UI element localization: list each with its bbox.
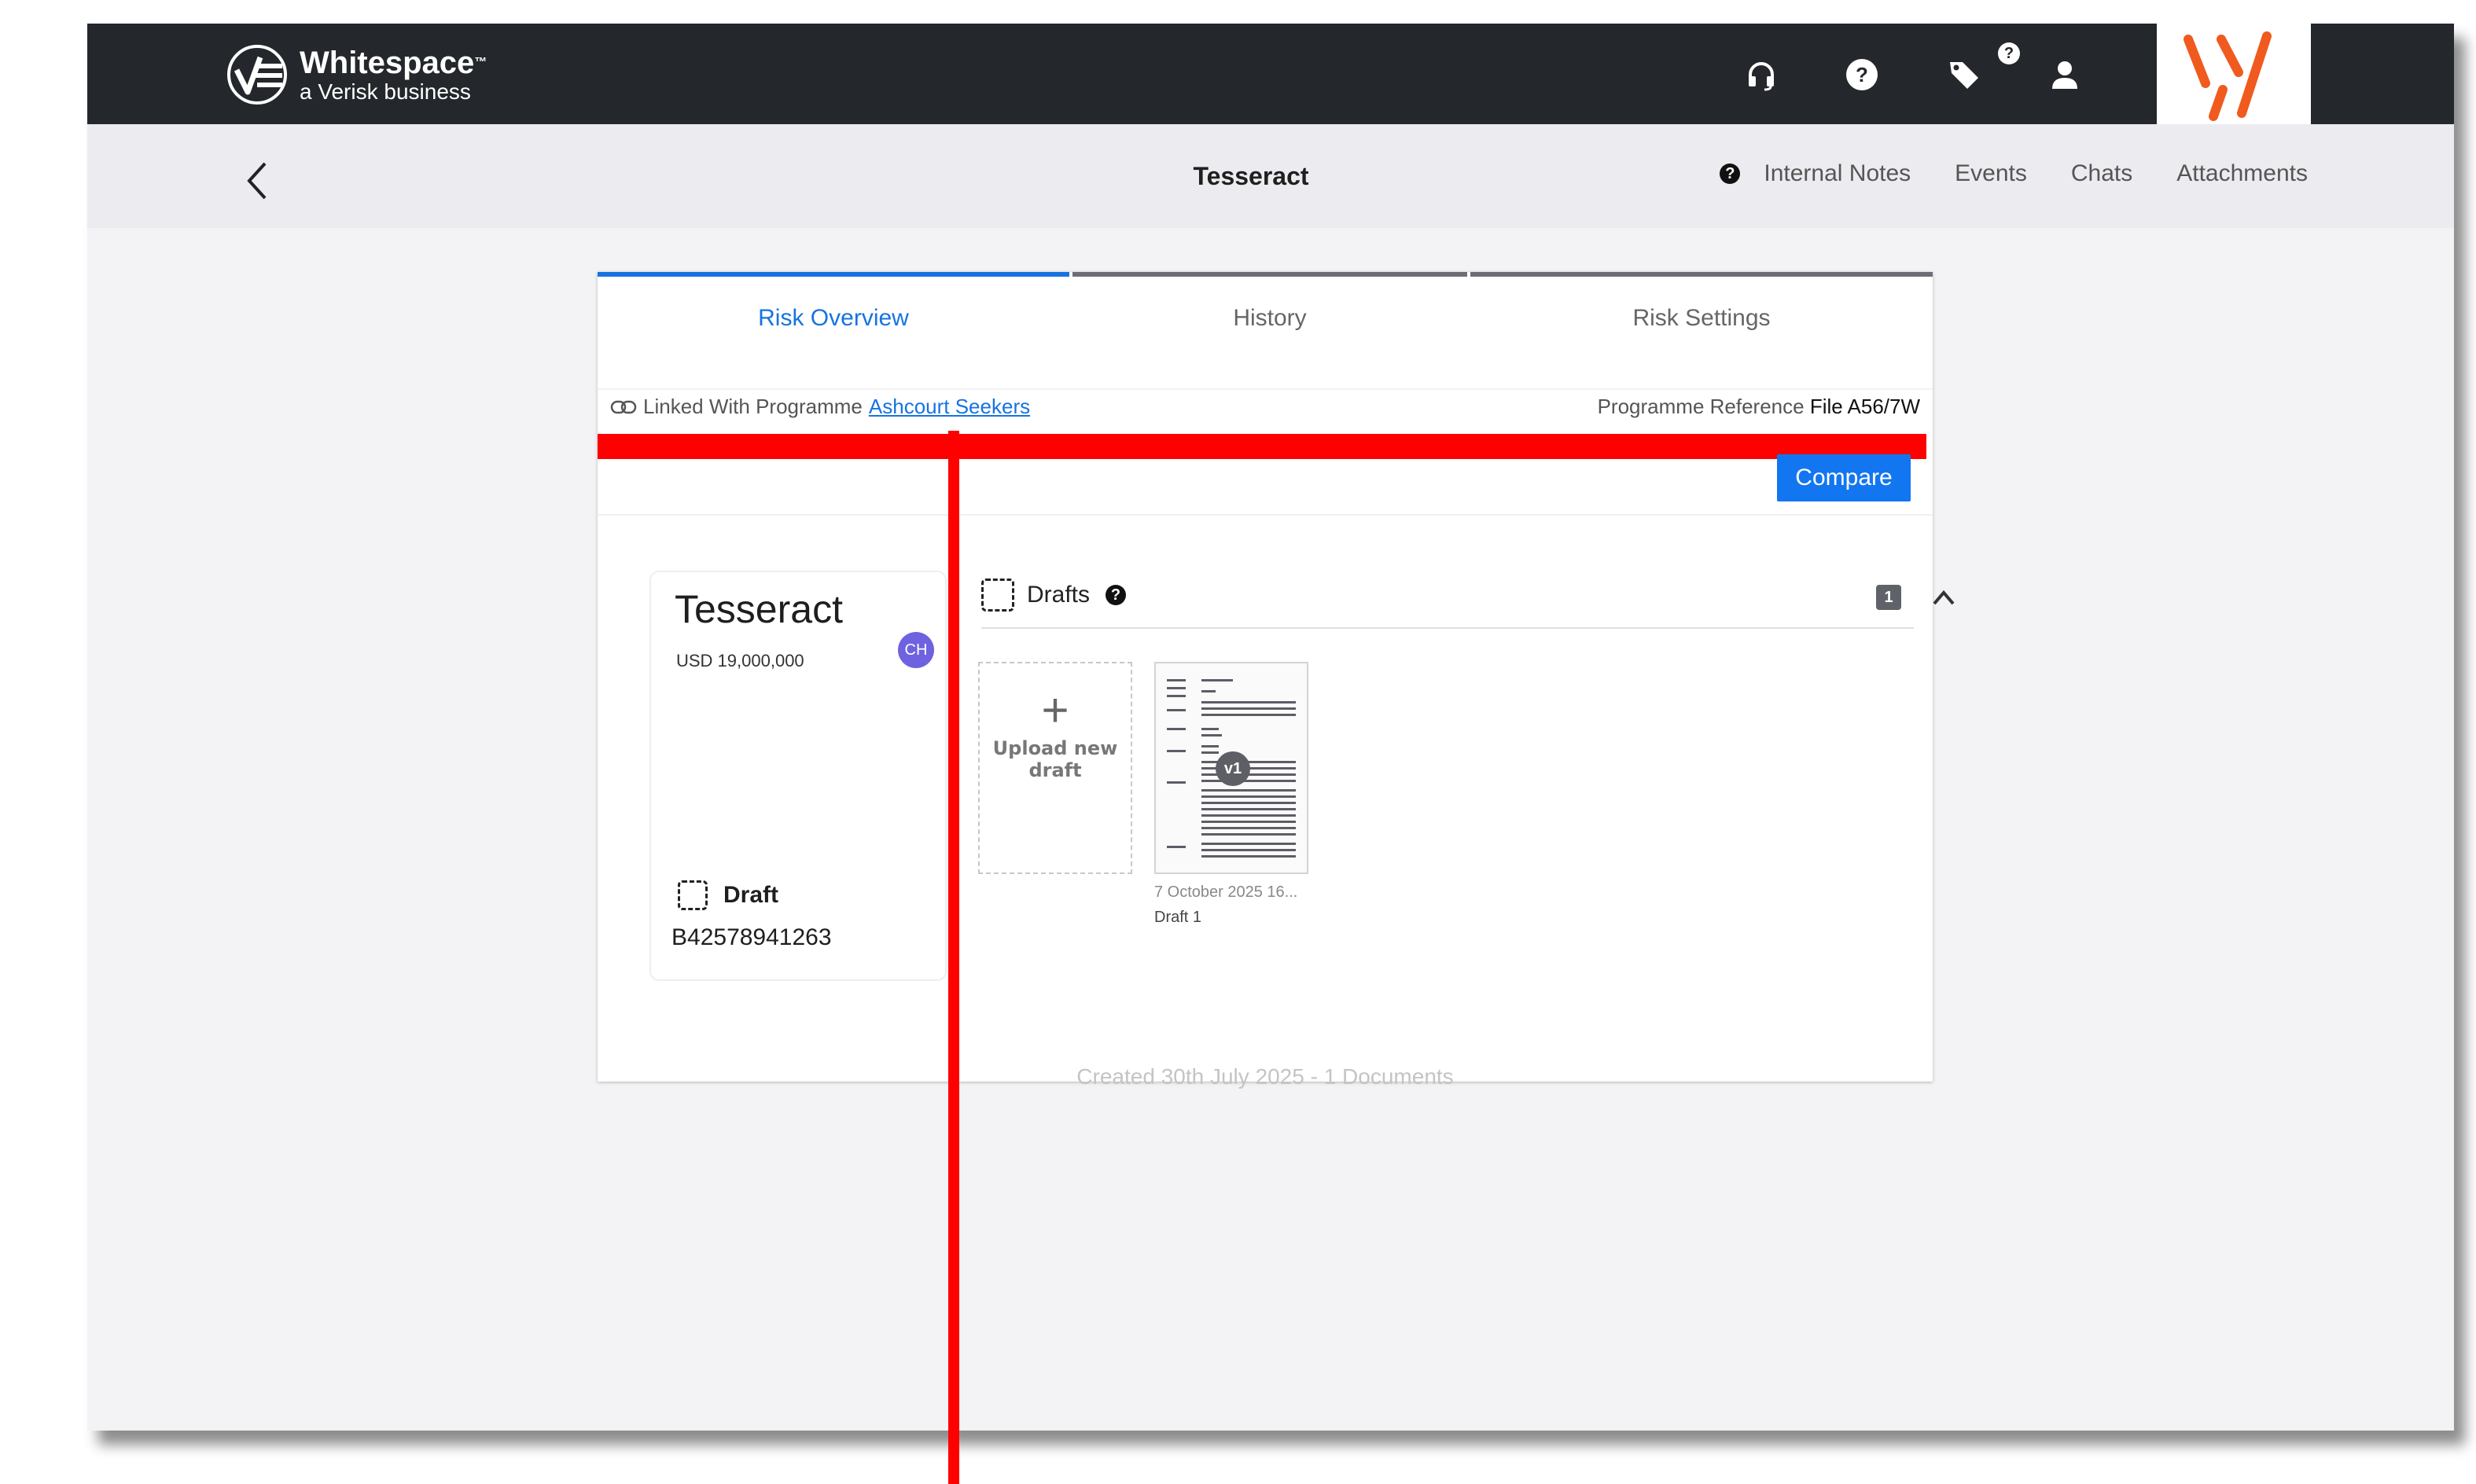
drafts-count-badge: 1 xyxy=(1876,585,1901,610)
programme-reference-label: Programme Reference xyxy=(1597,395,1805,418)
headset-icon[interactable] xyxy=(1742,55,1781,94)
tag-icon[interactable] xyxy=(1944,55,1984,94)
tab-label: History xyxy=(1233,305,1307,331)
tab-history[interactable]: History xyxy=(1072,272,1467,360)
risk-summary-footer: Created 30th July 2025 - 1 Documents xyxy=(1076,1064,1454,1089)
risk-reference: B42578941263 xyxy=(671,924,832,950)
drafts-title: Drafts xyxy=(1027,582,1091,608)
risk-summary-card[interactable]: Tesseract USD 19,000,000 CH Draft B42578… xyxy=(649,571,947,981)
linked-programme: Linked With Programme Ashcourt Seekers xyxy=(610,395,1030,419)
brand-name: Whitespace xyxy=(300,46,475,80)
sub-navigation: ? Internal Notes Events Chats Attachment… xyxy=(1720,160,2308,187)
nav-chats[interactable]: Chats xyxy=(2071,160,2132,187)
annotation-red-bar xyxy=(598,434,1926,459)
risk-name: Tesseract xyxy=(675,587,843,631)
verisk-logo-icon xyxy=(2184,31,2272,121)
tabs-divider xyxy=(598,388,1933,390)
link-icon xyxy=(610,400,637,413)
nav-internal-notes[interactable]: Internal Notes xyxy=(1764,160,1911,187)
tab-risk-settings[interactable]: Risk Settings xyxy=(1470,272,1933,360)
tab-indicator xyxy=(1470,272,1933,277)
svg-text:?: ? xyxy=(1856,63,1868,86)
drafts-status-icon xyxy=(981,579,1014,612)
tab-indicator xyxy=(598,272,1069,277)
tab-label: Risk Overview xyxy=(758,305,909,331)
compare-button[interactable]: Compare xyxy=(1777,454,1911,501)
upload-label: Upload new draft xyxy=(992,737,1118,781)
annotation-red-line xyxy=(948,431,959,1484)
draft-name: Draft 1 xyxy=(1154,909,1202,926)
internal-notes-help-icon[interactable]: ? xyxy=(1720,163,1741,184)
app-window: Whitespace™ a Verisk business ? ? Tesser… xyxy=(87,24,2454,1431)
tag-notification-badge: ? xyxy=(1998,42,2020,64)
draft-thumbnail[interactable]: v1 xyxy=(1154,662,1308,874)
section-divider xyxy=(598,514,1933,516)
brand-trademark: ™ xyxy=(474,56,487,69)
help-icon[interactable]: ? xyxy=(1842,55,1882,94)
back-button[interactable] xyxy=(241,159,273,203)
tab-indicator xyxy=(1072,272,1467,277)
programme-reference: Programme Reference File A56/7W xyxy=(1598,395,1920,419)
nav-events[interactable]: Events xyxy=(1955,160,2027,187)
user-icon[interactable] xyxy=(2045,55,2084,94)
page-title: Tesseract xyxy=(1193,162,1309,190)
tab-risk-overview[interactable]: Risk Overview xyxy=(598,272,1069,360)
brand-subtitle: a Verisk business xyxy=(300,79,471,104)
linked-programme-link[interactable]: Ashcourt Seekers xyxy=(869,395,1030,419)
tag-badge-text: ? xyxy=(2003,44,2014,62)
tab-label: Risk Settings xyxy=(1632,305,1771,331)
chevron-left-icon xyxy=(247,162,267,200)
programme-reference-value: File A56/7W xyxy=(1809,395,1920,418)
risk-status-label: Draft xyxy=(723,882,779,908)
top-bar: Whitespace™ a Verisk business ? ? xyxy=(87,24,2454,132)
drafts-divider xyxy=(981,627,1914,629)
collapse-button[interactable] xyxy=(1928,583,1959,612)
chevron-up-icon xyxy=(1933,590,1955,605)
draft-date: 7 October 2025 16... xyxy=(1154,883,1298,901)
draft-status-icon xyxy=(678,880,708,910)
sub-header: Tesseract ? Internal Notes Events Chats … xyxy=(87,124,2454,228)
nav-attachments[interactable]: Attachments xyxy=(2176,160,2308,187)
drafts-header: Drafts ? xyxy=(981,579,1127,612)
risk-status: Draft xyxy=(678,880,778,910)
whitespace-logo[interactable]: Whitespace™ a Verisk business xyxy=(226,39,487,110)
avatar[interactable]: CH xyxy=(898,632,934,668)
help-mark-text: ? xyxy=(1110,586,1121,604)
verisk-brand-badge[interactable] xyxy=(2157,24,2311,132)
risk-overview-card: Risk Overview History Risk Settings Link… xyxy=(598,272,1955,1089)
linked-programme-label: Linked With Programme xyxy=(643,395,863,418)
plus-icon: + xyxy=(1041,684,1069,736)
drafts-help-icon[interactable]: ? xyxy=(1106,585,1127,605)
help-mark-text: ? xyxy=(1725,164,1735,182)
risk-amount: USD 19,000,000 xyxy=(676,651,804,670)
whitespace-logo-icon xyxy=(227,45,287,105)
upload-new-draft-button[interactable]: + Upload new draft xyxy=(978,662,1132,874)
version-badge: v1 xyxy=(1216,751,1250,786)
